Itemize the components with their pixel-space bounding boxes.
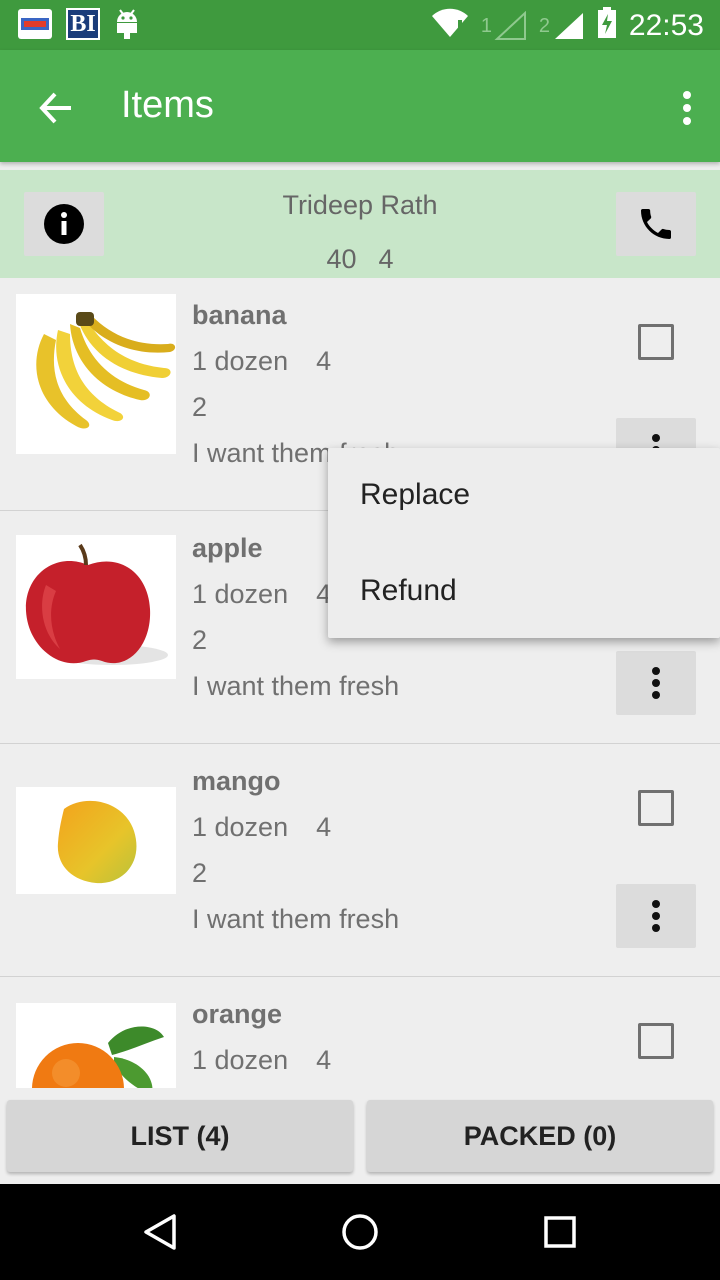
packed-tab-button[interactable]: PACKED (0) [367,1100,713,1172]
item-name: apple [192,533,263,563]
item-unit: 1 dozen 4 [192,579,331,610]
system-status-icons: 1 2 22:53 [431,7,704,44]
cast-app-icon [18,9,52,39]
list-item-mango: mango 1 dozen 4 2 I want them fresh [0,744,720,977]
notification-icons: BI [18,8,140,40]
item-name: banana [192,300,287,330]
battery-charging-icon [597,7,617,44]
system-nav-bar [0,1184,720,1280]
signal-sim2-icon: 2 [539,11,585,41]
back-triangle-icon [144,1214,176,1250]
arrow-back-icon [39,92,71,124]
packed-checkbox[interactable] [638,1023,674,1059]
signal-sim1-icon: 1 [480,10,527,41]
menu-item-refund[interactable]: Refund [360,574,457,608]
menu-item-replace[interactable]: Replace [360,478,470,512]
nav-recents-button[interactable] [536,1208,584,1256]
info-button[interactable] [24,192,104,256]
item-unit: 1 dozen 4 [192,812,331,843]
customer-summary: 40 4 [160,244,560,275]
back-button[interactable] [26,78,86,138]
more-vert-icon [652,667,660,699]
page-title: Items [121,84,214,126]
customer-value-b: 4 [378,244,394,274]
app-bar: Items [0,50,720,162]
list-item-orange: orange 1 dozen 4 [0,977,720,1088]
item-unit-label: 1 dozen [192,346,289,376]
home-circle-icon [342,1214,378,1250]
clock: 22:53 [628,8,704,42]
packed-checkbox[interactable] [638,790,674,826]
status-bar: BI 1 2 22:53 [0,0,720,50]
customer-value-a: 40 [326,244,357,274]
list-tab-button[interactable]: LIST (4) [7,1100,353,1172]
item-popup-menu: Replace Refund [328,448,720,638]
orange-image [16,1003,176,1088]
overflow-menu-button[interactable] [672,78,702,138]
wifi-icon [431,8,469,43]
android-debug-icon [114,8,140,40]
item-note: I want them fresh [192,671,400,701]
item-name: mango [192,766,281,796]
sim1-label: 1 [480,14,493,37]
recents-square-icon [544,1216,576,1248]
sim2-label: 2 [538,14,551,37]
item-unit: 1 dozen 4 [192,346,331,377]
more-vert-icon [683,91,691,125]
item-unit-count: 4 [316,812,332,842]
item-quantity: 2 [192,392,208,422]
nav-home-button[interactable] [336,1208,384,1256]
customer-header: Trideep Rath 40 4 [0,170,720,278]
phone-icon [641,209,671,239]
packed-checkbox[interactable] [638,324,674,360]
item-more-button[interactable] [616,651,696,715]
item-unit-count: 4 [316,346,332,376]
item-unit: 1 dozen 4 [192,1045,331,1076]
item-unit-label: 1 dozen [192,1045,289,1075]
bi-app-label: BI [70,11,96,37]
banana-image [16,294,176,454]
item-unit-label: 1 dozen [192,579,289,609]
info-icon [44,204,84,244]
nav-back-button[interactable] [136,1208,184,1256]
more-vert-icon [652,900,660,932]
bottom-tab-bar: LIST (4) PACKED (0) [0,1088,720,1184]
bi-app-icon: BI [66,8,100,40]
customer-name: Trideep Rath [282,190,438,220]
call-button[interactable] [616,192,696,256]
item-note: I want them fresh [192,904,400,934]
mango-image [16,787,176,894]
item-name: orange [192,999,283,1029]
item-unit-label: 1 dozen [192,812,289,842]
apple-image [16,535,176,679]
item-quantity: 2 [192,858,208,888]
item-more-button[interactable] [616,884,696,948]
item-unit-count: 4 [316,1045,332,1075]
item-quantity: 2 [192,625,208,655]
item-list[interactable]: banana 1 dozen 4 2 I want them fresh appl… [0,278,720,1088]
